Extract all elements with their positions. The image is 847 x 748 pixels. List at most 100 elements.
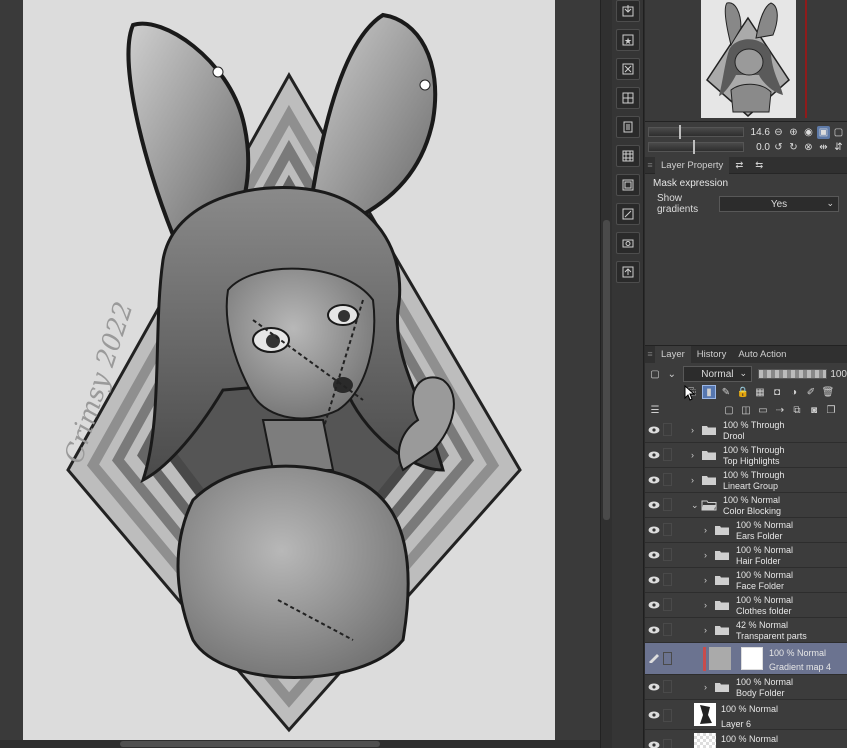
eye-icon[interactable] — [648, 475, 660, 485]
mask-icon[interactable]: ◘ — [770, 385, 784, 399]
layer-thumbnail[interactable] — [694, 733, 716, 748]
zoom-slider[interactable] — [648, 125, 744, 139]
canvas-paper[interactable]: Crimsy 2022 — [23, 0, 555, 740]
mask-apply-icon[interactable]: ◙ — [807, 403, 821, 417]
zoom-out-icon[interactable]: ⊖ — [772, 126, 785, 139]
layer-row[interactable]: 100 % Normal Layer 6 — [645, 700, 847, 730]
layer-row[interactable]: › 100 % Normal Ears Folder — [645, 518, 847, 543]
pen-icon[interactable]: ✐ — [804, 385, 818, 399]
layer-thumbnail[interactable] — [694, 703, 716, 726]
rotate-value[interactable]: 0.0 — [750, 142, 770, 153]
document-icon[interactable] — [616, 116, 640, 138]
chevron-down-icon[interactable]: ⌄ — [665, 367, 679, 381]
eye-icon[interactable] — [648, 682, 660, 692]
canvas-vertical-scrollbar[interactable] — [600, 0, 612, 748]
grid-icon[interactable] — [616, 145, 640, 167]
layer-mask-thumbnail[interactable] — [741, 647, 763, 670]
export-icon[interactable] — [616, 261, 640, 283]
reset-rotation-icon[interactable]: ⊗ — [802, 141, 815, 154]
tab-layer-property-extra[interactable]: ⇄ — [729, 157, 749, 174]
new-folder-icon[interactable]: ▭ — [756, 403, 770, 417]
zoom-in-icon[interactable]: ⊕ — [787, 126, 800, 139]
panel-grip-icon[interactable]: ≡ — [645, 157, 655, 174]
layer-list-icon[interactable]: ☰ — [648, 403, 662, 417]
eye-icon[interactable] — [648, 525, 660, 535]
edit-icon[interactable] — [616, 203, 640, 225]
eye-icon[interactable] — [648, 500, 660, 510]
rotate-left-icon[interactable]: ↺ — [772, 141, 785, 154]
new-raster-icon[interactable]: ▢ — [722, 403, 736, 417]
fit-window-icon[interactable]: ▣ — [817, 125, 830, 139]
opacity-slider[interactable] — [758, 369, 828, 379]
eye-icon[interactable] — [648, 600, 660, 610]
zoom-value[interactable]: 14.6 — [750, 127, 770, 138]
lock-column[interactable] — [663, 448, 672, 461]
lock-column[interactable] — [663, 473, 672, 486]
tab-layer-property[interactable]: Layer Property — [655, 156, 730, 174]
lock-icon[interactable]: 🔒 — [736, 385, 750, 399]
layer-color-icon[interactable]: ◑ — [787, 385, 801, 399]
actual-size-icon[interactable]: ▢ — [832, 126, 845, 139]
new-vector-icon[interactable]: ◫ — [739, 403, 753, 417]
lock-column[interactable] — [663, 548, 672, 561]
layer-row[interactable]: › 42 % Normal Transparent parts — [645, 618, 847, 643]
chevron-right-icon[interactable]: › — [704, 682, 707, 692]
x-icon[interactable] — [616, 58, 640, 80]
lock-column[interactable] — [663, 598, 672, 611]
chevron-right-icon[interactable]: › — [691, 475, 694, 485]
import-icon[interactable] — [616, 0, 640, 22]
transfer-icon[interactable]: ⇢ — [773, 403, 787, 417]
eye-icon[interactable] — [648, 450, 660, 460]
layer-row[interactable]: › 100 % Through Lineart Group — [645, 468, 847, 493]
eye-icon[interactable] — [648, 575, 660, 585]
eye-icon[interactable] — [648, 710, 660, 720]
layer-row[interactable]: › 100 % Normal Face Folder — [645, 568, 847, 593]
chevron-right-icon[interactable]: › — [704, 550, 707, 560]
layer-color-icon[interactable]: ▢ — [648, 367, 662, 381]
chevron-right-icon[interactable]: › — [691, 425, 694, 435]
blend-mode-dropdown[interactable]: Normal ⌄ — [682, 366, 753, 382]
lock-column[interactable] — [663, 623, 672, 636]
rotate-slider[interactable] — [648, 140, 744, 154]
layer-row[interactable]: ⌄ 100 % Normal Color Blocking — [645, 493, 847, 518]
layer-row-selected[interactable]: 100 % Normal Gradient map 4 — [645, 643, 847, 675]
chevron-right-icon[interactable]: › — [704, 525, 707, 535]
opacity-value[interactable]: 100 — [830, 369, 847, 380]
reference-layer-icon[interactable]: ▮ — [702, 385, 716, 399]
eye-icon[interactable] — [648, 550, 660, 560]
eye-icon[interactable] — [648, 625, 660, 635]
eye-icon[interactable] — [648, 740, 660, 748]
flip-horizontal-icon[interactable]: ⇹ — [817, 141, 830, 154]
delete-icon[interactable]: 🗑 — [821, 385, 835, 399]
lock-column[interactable] — [663, 498, 672, 511]
canvas-horizontal-scrollbar[interactable] — [0, 740, 600, 748]
lock-column[interactable] — [663, 709, 672, 722]
show-gradients-dropdown[interactable]: Yes ⌄ — [719, 196, 839, 212]
lock-column[interactable] — [663, 680, 672, 693]
lock-column[interactable] — [663, 573, 672, 586]
navigator-preview[interactable] — [701, 0, 796, 118]
tab-auto-action[interactable]: Auto Action — [732, 346, 792, 363]
layer-row[interactable]: › 100 % Normal Body Folder — [645, 675, 847, 700]
fit-icon[interactable]: ◉ — [802, 126, 815, 139]
eye-icon[interactable] — [648, 425, 660, 435]
layer-row[interactable]: › 100 % Through Drool — [645, 418, 847, 443]
pen-icon[interactable] — [648, 653, 660, 663]
star-icon[interactable]: ★ — [616, 29, 640, 51]
tab-history[interactable]: History — [691, 346, 733, 363]
lock-column[interactable] — [663, 652, 672, 665]
layer-row[interactable]: › 100 % Normal Hair Folder — [645, 543, 847, 568]
tab-layer-property-extra2[interactable]: ⇆ — [749, 157, 769, 174]
lock-column[interactable] — [663, 423, 672, 436]
canvas-area[interactable]: Crimsy 2022 — [0, 0, 600, 748]
gradient-map-thumbnail[interactable] — [709, 647, 731, 670]
chevron-right-icon[interactable]: › — [704, 600, 707, 610]
rotate-right-icon[interactable]: ↻ — [787, 141, 800, 154]
lock-column[interactable] — [663, 739, 672, 748]
grid-icon[interactable] — [616, 87, 640, 109]
flip-vertical-icon[interactable]: ⇵ — [832, 141, 845, 154]
chevron-right-icon[interactable]: › — [704, 575, 707, 585]
camera-icon[interactable] — [616, 232, 640, 254]
lock-transparent-icon[interactable]: ▦ — [753, 385, 767, 399]
layer-row[interactable]: 100 % Normal — [645, 730, 847, 748]
